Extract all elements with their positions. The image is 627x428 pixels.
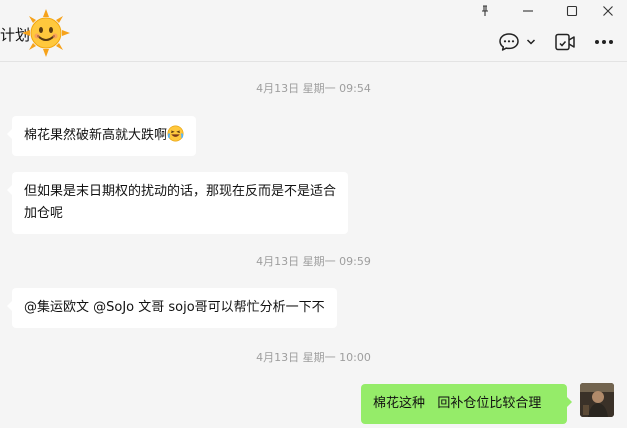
- more-icon: [595, 40, 613, 44]
- chevron-down-icon: [526, 39, 536, 45]
- chat-header: 计划: [0, 0, 627, 62]
- chat-bubble-icon: [499, 33, 519, 51]
- message-list[interactable]: 4月13日 星期一 09:54 棉花果然破新高就大跌啊 但如果是末日期权的扰动的…: [0, 63, 627, 428]
- sun-emoji: [22, 9, 70, 57]
- incoming-message[interactable]: 棉花果然破新高就大跌啊: [6, 116, 197, 156]
- incoming-message[interactable]: @集运欧文 @SoJo 文哥 sojo哥可以帮忙分析一下不: [7, 288, 337, 328]
- video-call-button[interactable]: [553, 30, 577, 54]
- pin-icon: [482, 5, 488, 16]
- chat-options-dropdown[interactable]: [524, 30, 538, 54]
- message-text: 棉花果然破新高就大跌啊: [24, 128, 168, 143]
- message-text: @集运欧文 @SoJo 文哥 sojo哥可以帮忙分析一下不: [24, 300, 325, 315]
- more-options-button[interactable]: [593, 30, 615, 54]
- minimize-icon: [523, 10, 533, 12]
- message-text-line-1: 但如果是末日期权的扰动的话，那现在反而是不是适合: [24, 184, 337, 199]
- chat-window: 计划 4月13日 星期一 09:54 棉花果然破新高就大跌啊 但如果是末日期权的…: [0, 0, 627, 428]
- chat-bubble-button[interactable]: [497, 30, 521, 54]
- message-text-line-2: 加仓呢: [24, 206, 64, 221]
- message-timestamp: 4月13日 星期一 09:59: [256, 255, 371, 268]
- avatar[interactable]: [580, 383, 614, 417]
- maximize-icon: [566, 5, 578, 17]
- pin-button[interactable]: [465, 0, 505, 22]
- incoming-message[interactable]: 但如果是末日期权的扰动的话，那现在反而是不是适合 加仓呢: [6, 172, 349, 234]
- outgoing-message[interactable]: 棉花这种 回补仓位比较合理: [361, 384, 572, 424]
- close-icon: [603, 6, 613, 16]
- video-call-icon: [555, 33, 575, 51]
- laughing-tears-emoji: [167, 125, 184, 142]
- message-timestamp: 4月13日 星期一 09:54: [256, 82, 371, 95]
- minimize-button[interactable]: [508, 0, 548, 22]
- message-timestamp: 4月13日 星期一 10:00: [256, 351, 371, 364]
- close-button[interactable]: [588, 0, 627, 22]
- message-text: 棉花这种 回补仓位比较合理: [373, 396, 542, 411]
- maximize-button[interactable]: [552, 0, 592, 22]
- avatar-image: [580, 383, 614, 417]
